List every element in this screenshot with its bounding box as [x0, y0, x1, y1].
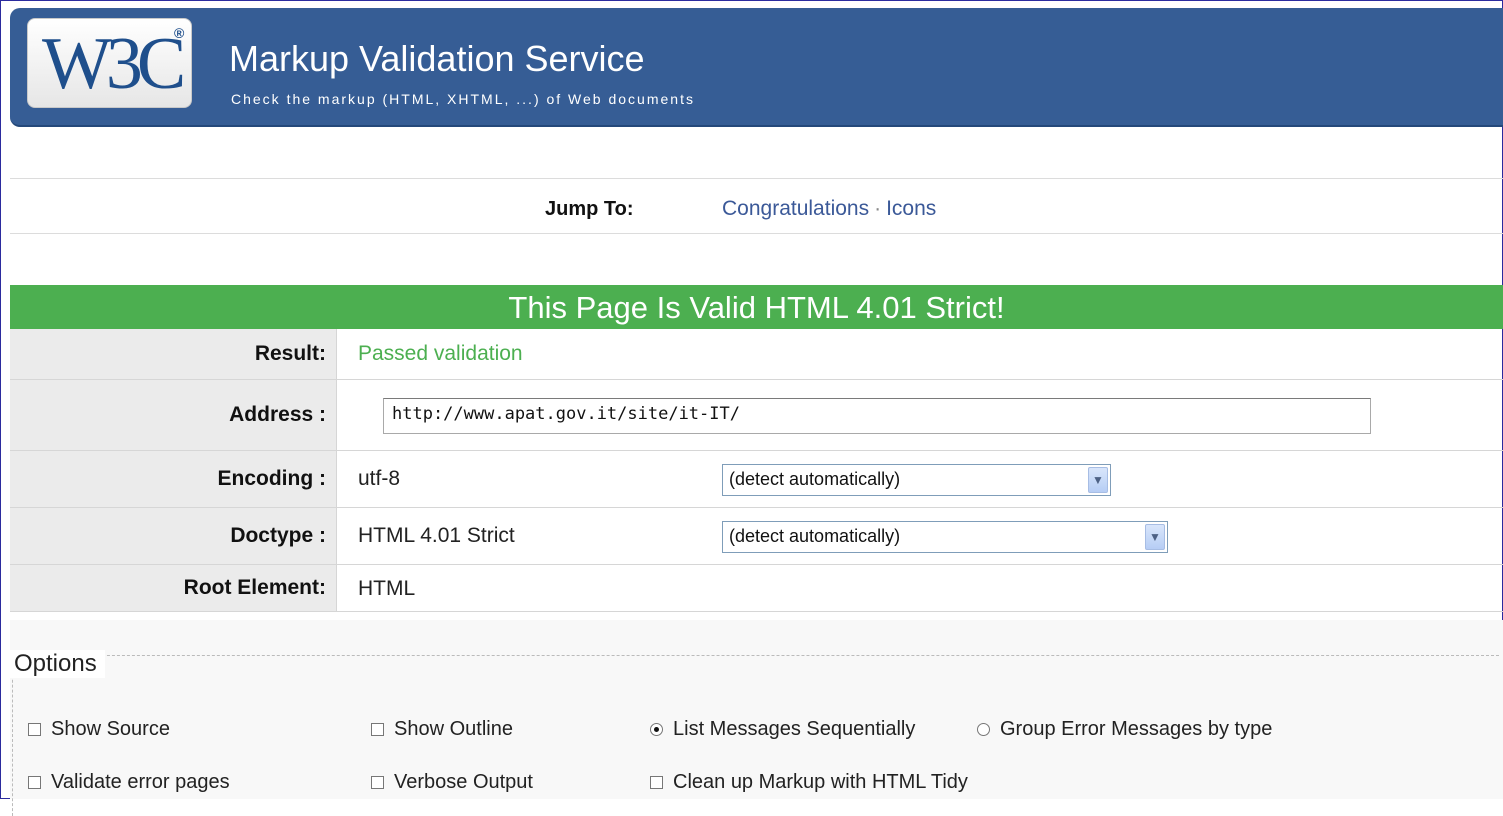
jump-link-icons[interactable]: Icons — [886, 197, 936, 220]
chevron-down-icon[interactable]: ▼ — [1088, 467, 1108, 493]
encoding-value: utf-8 — [358, 467, 401, 490]
option-html-tidy[interactable]: Clean up Markup with HTML Tidy — [650, 771, 968, 794]
option-label: Verbose Output — [394, 771, 533, 793]
options-panel: Options Show Source Show Outline List Me… — [10, 620, 1503, 816]
doctype-value: HTML 4.01 Strict — [358, 524, 515, 547]
address-input[interactable]: http://www.apat.gov.it/site/it-IT/ — [383, 398, 1371, 434]
chevron-down-icon[interactable]: ▼ — [1145, 524, 1165, 550]
option-label: Clean up Markup with HTML Tidy — [673, 771, 968, 793]
options-title: Options — [10, 650, 105, 678]
address-row: Address : http://www.apat.gov.it/site/it… — [10, 380, 1503, 451]
encoding-label: Encoding : — [10, 451, 337, 507]
checkbox[interactable] — [371, 723, 384, 736]
checkbox[interactable] — [371, 776, 384, 789]
root-element-value: HTML — [358, 577, 416, 600]
page-subtitle: Check the markup (HTML, XHTML, ...) of W… — [231, 91, 695, 107]
root-element-row: Root Element: HTML — [10, 565, 1503, 612]
page-header: W3C ® Markup Validation Service Check th… — [10, 8, 1503, 127]
doctype-label: Doctype : — [10, 508, 337, 564]
encoding-select-value: (detect automatically) — [729, 469, 901, 489]
option-label: Group Error Messages by type — [1000, 718, 1273, 740]
doctype-row: Doctype : HTML 4.01 Strict (detect autom… — [10, 508, 1503, 565]
jump-link-congratulations[interactable]: Congratulations — [722, 197, 869, 220]
root-element-label: Root Element: — [10, 565, 337, 611]
radio-button[interactable] — [977, 723, 990, 736]
option-validate-error-pages[interactable]: Validate error pages — [28, 771, 230, 794]
result-label: Result: — [10, 329, 337, 379]
doctype-select-value: (detect automatically) — [729, 526, 901, 546]
option-list-sequentially[interactable]: List Messages Sequentially — [650, 718, 915, 741]
jump-to-links: Congratulations · Icons — [722, 197, 936, 221]
option-show-source[interactable]: Show Source — [28, 718, 170, 741]
page-title: Markup Validation Service — [229, 38, 645, 79]
option-verbose-output[interactable]: Verbose Output — [371, 771, 533, 794]
encoding-row: Encoding : utf-8 (detect automatically) … — [10, 451, 1503, 508]
jump-to-bar: Jump To: Congratulations · Icons — [10, 178, 1503, 234]
checkbox[interactable] — [650, 776, 663, 789]
doctype-select[interactable]: (detect automatically) ▼ — [722, 521, 1168, 553]
checkbox[interactable] — [28, 723, 41, 736]
option-label: Show Outline — [394, 718, 513, 740]
result-value: Passed validation — [358, 342, 523, 365]
jump-to-label: Jump To: — [545, 198, 634, 220]
valid-banner: This Page Is Valid HTML 4.01 Strict! — [10, 285, 1503, 329]
option-group-by-type[interactable]: Group Error Messages by type — [977, 718, 1272, 741]
jump-separator: · — [874, 197, 882, 220]
result-row: Result: Passed validation — [10, 329, 1503, 380]
option-label: List Messages Sequentially — [673, 718, 916, 740]
checkbox[interactable] — [28, 776, 41, 789]
w3c-logo[interactable]: W3C ® — [27, 18, 192, 108]
encoding-select[interactable]: (detect automatically) ▼ — [722, 464, 1111, 496]
option-label: Validate error pages — [51, 771, 230, 793]
option-label: Show Source — [51, 718, 170, 740]
logo-text: W3C — [42, 23, 186, 105]
address-label: Address : — [10, 380, 337, 450]
radio-button[interactable] — [650, 723, 663, 736]
registered-mark: ® — [174, 25, 185, 41]
option-show-outline[interactable]: Show Outline — [371, 718, 513, 741]
